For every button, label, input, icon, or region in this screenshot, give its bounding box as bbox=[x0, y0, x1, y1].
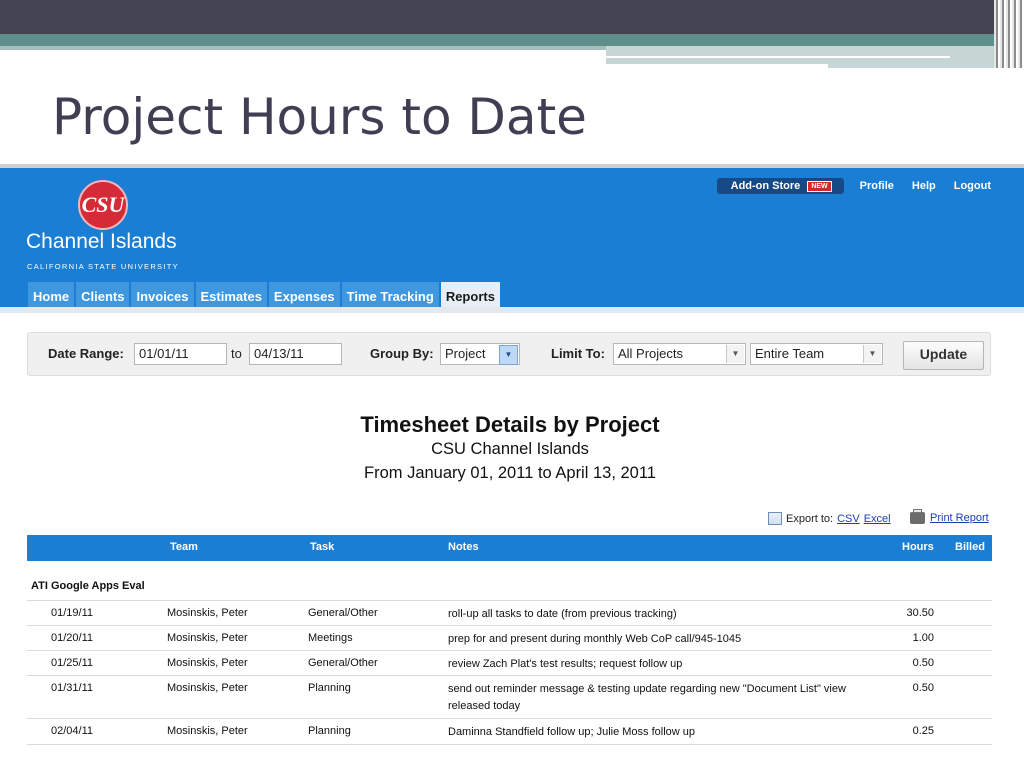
logo-name: Channel Islands bbox=[26, 230, 177, 253]
update-button[interactable]: Update bbox=[903, 341, 984, 370]
slide-top-band bbox=[0, 0, 1024, 34]
row-date: 01/20/11 bbox=[51, 632, 94, 644]
slide-accent-rule bbox=[606, 56, 950, 58]
row-task: General/Other bbox=[308, 657, 378, 669]
export-controls: Export to: CSV Excel bbox=[768, 512, 891, 525]
row-task: Planning bbox=[308, 682, 351, 694]
header-hours: Hours bbox=[902, 541, 934, 553]
row-team: Mosinskis, Peter bbox=[167, 725, 248, 737]
report-subtitle: CSU Channel Islands bbox=[431, 440, 589, 458]
app-screenshot: CSU Channel Islands CALIFORNIA STATE UNI… bbox=[0, 164, 1024, 768]
slide-accent-rule-2 bbox=[606, 64, 828, 68]
header-strip bbox=[0, 307, 1024, 313]
table-header: Team Task Notes Hours Billed bbox=[27, 535, 992, 561]
row-team: Mosinskis, Peter bbox=[167, 657, 248, 669]
chevron-down-icon: ▼ bbox=[499, 345, 518, 365]
table-bottom-border bbox=[27, 744, 992, 745]
chevron-down-icon: ▼ bbox=[863, 345, 881, 363]
addon-store-label: Add-on Store bbox=[730, 180, 801, 192]
row-task: General/Other bbox=[308, 607, 378, 619]
row-hours: 0.25 bbox=[912, 725, 934, 737]
row-team: Mosinskis, Peter bbox=[167, 682, 248, 694]
table-row: 01/31/11 Mosinskis, Peter Planning send … bbox=[27, 675, 992, 719]
profile-link[interactable]: Profile bbox=[860, 180, 894, 192]
row-date: 01/31/11 bbox=[51, 682, 94, 694]
app-header: CSU Channel Islands CALIFORNIA STATE UNI… bbox=[0, 168, 1024, 311]
limit-projects-value: All Projects bbox=[618, 346, 684, 361]
report-date-range: From January 01, 2011 to April 13, 2011 bbox=[364, 464, 656, 482]
row-hours: 0.50 bbox=[912, 657, 934, 669]
export-csv-link[interactable]: CSV bbox=[837, 513, 860, 525]
date-range-label: Date Range: bbox=[48, 346, 124, 361]
row-task: Meetings bbox=[308, 632, 353, 644]
report-title: Timesheet Details by Project bbox=[360, 412, 660, 437]
export-excel-link[interactable]: Excel bbox=[864, 513, 891, 525]
row-hours: 0.50 bbox=[912, 682, 934, 694]
help-link[interactable]: Help bbox=[912, 180, 936, 192]
header-billed: Billed bbox=[955, 541, 985, 553]
printer-icon bbox=[910, 509, 925, 524]
date-from-input[interactable]: 01/01/11 bbox=[134, 343, 227, 365]
row-notes: roll-up all tasks to date (from previous… bbox=[448, 608, 677, 620]
new-badge: NEW bbox=[807, 180, 832, 192]
header-team: Team bbox=[170, 541, 198, 553]
slide-stripes bbox=[994, 0, 1024, 68]
group-by-label: Group By: bbox=[370, 346, 434, 361]
slide-accent-line bbox=[0, 46, 606, 50]
row-date: 02/04/11 bbox=[51, 725, 94, 737]
limit-projects-select[interactable]: All Projects ▼ bbox=[613, 343, 746, 365]
row-date: 01/25/11 bbox=[51, 657, 94, 669]
row-task: Planning bbox=[308, 725, 351, 737]
header-task: Task bbox=[310, 541, 335, 553]
table-row: 02/04/11 Mosinskis, Peter Planning Damin… bbox=[27, 718, 992, 745]
slide-accent-band bbox=[0, 34, 1024, 46]
export-label: Export to: bbox=[786, 512, 834, 525]
spreadsheet-icon bbox=[768, 512, 782, 525]
print-report-link[interactable]: Print Report bbox=[930, 512, 989, 524]
project-group-label: ATI Google Apps Eval bbox=[31, 580, 145, 592]
print-report: Print Report bbox=[910, 509, 989, 524]
header-notes: Notes bbox=[448, 541, 479, 553]
limit-team-select[interactable]: Entire Team ▼ bbox=[750, 343, 883, 365]
group-by-select[interactable]: Project ▼ bbox=[440, 343, 520, 365]
row-team: Mosinskis, Peter bbox=[167, 632, 248, 644]
top-links: Add-on Store NEW Profile Help Logout bbox=[716, 178, 991, 194]
row-date: 01/19/11 bbox=[51, 607, 94, 619]
slide-title: Project Hours to Date bbox=[52, 88, 587, 146]
row-notes: Daminna Standfield follow up; Julie Moss… bbox=[448, 726, 696, 738]
table-row: 01/19/11 Mosinskis, Peter General/Other … bbox=[27, 600, 992, 626]
date-to-input[interactable]: 04/13/11 bbox=[249, 343, 342, 365]
row-notes: review Zach Plat's test results; request… bbox=[448, 658, 683, 670]
date-to-label: to bbox=[231, 346, 242, 361]
table-row: 01/25/11 Mosinskis, Peter General/Other … bbox=[27, 650, 992, 676]
csu-logo-icon[interactable]: CSU bbox=[78, 180, 128, 230]
row-team: Mosinskis, Peter bbox=[167, 607, 248, 619]
filter-bar: Date Range: 01/01/11 to 04/13/11 Group B… bbox=[27, 332, 991, 376]
chevron-down-icon: ▼ bbox=[726, 345, 744, 363]
addon-store-button[interactable]: Add-on Store NEW bbox=[716, 178, 844, 194]
row-notes: send out reminder message & testing upda… bbox=[448, 683, 846, 712]
limit-to-label: Limit To: bbox=[551, 346, 605, 361]
row-notes: prep for and present during monthly Web … bbox=[448, 633, 742, 645]
table-row: 01/20/11 Mosinskis, Peter Meetings prep … bbox=[27, 625, 992, 651]
row-hours: 30.50 bbox=[906, 607, 934, 619]
logout-link[interactable]: Logout bbox=[954, 180, 991, 192]
logo-subtitle: CALIFORNIA STATE UNIVERSITY bbox=[27, 262, 179, 271]
row-hours: 1.00 bbox=[912, 632, 934, 644]
group-by-value: Project bbox=[445, 346, 486, 361]
limit-team-value: Entire Team bbox=[755, 346, 825, 361]
